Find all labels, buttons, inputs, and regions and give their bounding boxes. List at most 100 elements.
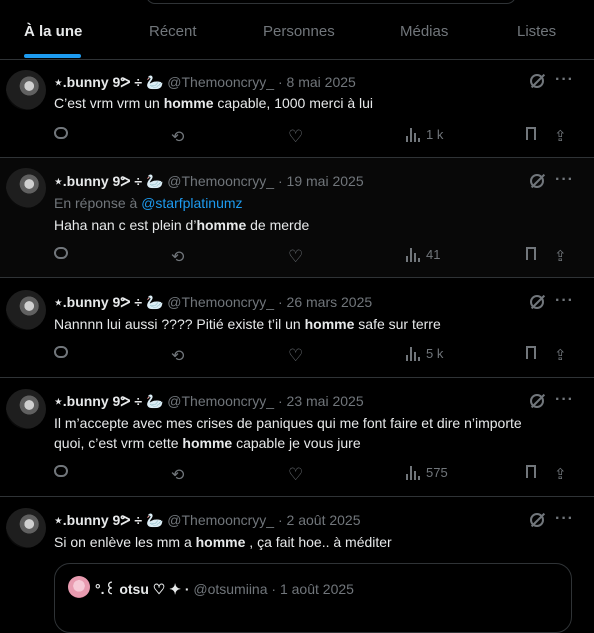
reply-icon xyxy=(54,346,68,358)
heart-icon: ♡ xyxy=(288,127,304,146)
like-button[interactable]: ♡ xyxy=(288,247,303,267)
views-icon xyxy=(406,247,420,262)
grok-icon[interactable] xyxy=(530,295,544,309)
retweet-icon: ⟲ xyxy=(171,348,185,365)
share-icon: ⇪ xyxy=(554,248,567,265)
views-button[interactable]: 575 xyxy=(406,465,448,480)
quoted-display-name[interactable]: °.꒰ otsu ♡ ✦ · xyxy=(95,581,189,597)
retweet-button[interactable]: ⟲ xyxy=(171,346,184,366)
like-button[interactable]: ♡ xyxy=(288,465,303,485)
reply-label: En réponse à xyxy=(54,195,138,211)
post[interactable]: ⋆.bunny 9ᕗ ÷ 🦢 @Themooncryy_ · 23 mai 20… xyxy=(0,378,594,497)
more-options-icon[interactable]: ··· xyxy=(555,292,574,310)
heart-icon: ♡ xyxy=(288,247,304,266)
reply-button[interactable] xyxy=(54,465,68,477)
share-button[interactable]: ⇪ xyxy=(554,346,567,364)
views-button[interactable]: 1 k xyxy=(406,127,443,142)
views-count: 5 k xyxy=(426,346,444,361)
post-date[interactable]: 19 mai 2025 xyxy=(287,173,364,189)
grok-icon[interactable] xyxy=(530,74,544,88)
post-text: Il m’accepte avec mes crises de paniques… xyxy=(54,415,522,451)
post-text: Haha nan c est plein d’homme de merde xyxy=(54,217,310,233)
reply-icon xyxy=(54,247,68,259)
retweet-button[interactable]: ⟲ xyxy=(171,247,184,267)
tab-latest[interactable]: Récent xyxy=(149,23,197,40)
heart-icon: ♡ xyxy=(288,346,304,365)
share-button[interactable]: ⇪ xyxy=(554,465,567,483)
display-name[interactable]: ⋆.bunny 9ᕗ ÷ 🦢 xyxy=(54,393,163,409)
avatar[interactable] xyxy=(6,168,46,208)
quoted-post[interactable]: °.꒰ otsu ♡ ✦ · @otsumiina · 1 août 2025 xyxy=(54,563,572,633)
views-count: 575 xyxy=(426,465,448,480)
handle[interactable]: @Themooncryy_ xyxy=(167,173,274,189)
bookmark-icon xyxy=(526,127,536,140)
reply-mention-link[interactable]: @starfplatinumz xyxy=(141,195,242,211)
avatar[interactable] xyxy=(6,70,46,110)
post-date[interactable]: 26 mars 2025 xyxy=(287,294,373,310)
post[interactable]: ⋆.bunny 9ᕗ ÷ 🦢 @Themooncryy_ · 8 mai 202… xyxy=(0,60,594,158)
reply-context: En réponse à @starfplatinumz xyxy=(54,195,243,211)
reply-button[interactable] xyxy=(54,346,68,358)
post[interactable]: ⋆.bunny 9ᕗ ÷ 🦢 @Themooncryy_ · 26 mars 2… xyxy=(0,278,594,378)
views-count: 41 xyxy=(426,247,441,262)
share-button[interactable]: ⇪ xyxy=(554,247,567,265)
tab-media[interactable]: Médias xyxy=(400,23,448,40)
like-button[interactable]: ♡ xyxy=(288,346,303,366)
grok-icon[interactable] xyxy=(530,513,544,527)
views-button[interactable]: 41 xyxy=(406,247,440,262)
handle[interactable]: @Themooncryy_ xyxy=(167,512,274,528)
avatar[interactable] xyxy=(6,508,46,548)
quoted-avatar[interactable] xyxy=(68,576,90,598)
grok-icon[interactable] xyxy=(530,174,544,188)
handle[interactable]: @Themooncryy_ xyxy=(167,74,274,90)
active-tab-indicator xyxy=(24,54,81,58)
views-icon xyxy=(406,346,420,361)
retweet-button[interactable]: ⟲ xyxy=(171,127,184,147)
reply-button[interactable] xyxy=(54,127,68,139)
separator: · xyxy=(277,74,283,90)
grok-icon[interactable] xyxy=(530,394,544,408)
bookmark-button[interactable] xyxy=(526,247,536,260)
retweet-button[interactable]: ⟲ xyxy=(171,465,184,485)
reply-icon xyxy=(54,465,68,477)
tab-lists[interactable]: Listes xyxy=(517,23,556,40)
display-name[interactable]: ⋆.bunny 9ᕗ ÷ 🦢 xyxy=(54,512,163,528)
separator: · xyxy=(277,393,283,409)
post[interactable]: ⋆.bunny 9ᕗ ÷ 🦢 @Themooncryy_ · 19 mai 20… xyxy=(0,158,594,278)
tab-people[interactable]: Personnes xyxy=(263,23,335,40)
views-icon xyxy=(406,127,420,142)
share-icon: ⇪ xyxy=(554,128,567,145)
post-date[interactable]: 2 août 2025 xyxy=(287,512,361,528)
post-actions: ⟲ ♡ 41 ⇪ xyxy=(54,247,584,267)
quoted-handle[interactable]: @otsumiina xyxy=(193,581,267,597)
share-icon: ⇪ xyxy=(554,466,567,483)
bookmark-button[interactable] xyxy=(526,127,536,140)
post-date[interactable]: 23 mai 2025 xyxy=(287,393,364,409)
avatar[interactable] xyxy=(6,290,46,330)
handle[interactable]: @Themooncryy_ xyxy=(167,294,274,310)
post-actions: ⟲ ♡ 1 k ⇪ xyxy=(54,127,584,147)
display-name[interactable]: ⋆.bunny 9ᕗ ÷ 🦢 xyxy=(54,74,163,90)
display-name[interactable]: ⋆.bunny 9ᕗ ÷ 🦢 xyxy=(54,173,163,189)
tab-top[interactable]: À la une xyxy=(24,23,82,40)
like-button[interactable]: ♡ xyxy=(288,127,303,147)
post-text: Si on enlève les mm a homme , ça fait ho… xyxy=(54,534,392,550)
post-header: ⋆.bunny 9ᕗ ÷ 🦢 @Themooncryy_ · 19 mai 20… xyxy=(54,173,364,190)
bookmark-button[interactable] xyxy=(526,465,536,478)
more-options-icon[interactable]: ··· xyxy=(555,391,574,409)
share-button[interactable]: ⇪ xyxy=(554,127,567,145)
reply-button[interactable] xyxy=(54,247,68,259)
more-options-icon[interactable]: ··· xyxy=(555,510,574,528)
avatar[interactable] xyxy=(6,389,46,429)
quoted-post-header: °.꒰ otsu ♡ ✦ · @otsumiina · 1 août 2025 xyxy=(95,580,354,598)
views-button[interactable]: 5 k xyxy=(406,346,443,361)
quoted-date[interactable]: 1 août 2025 xyxy=(280,581,354,597)
handle[interactable]: @Themooncryy_ xyxy=(167,393,274,409)
reply-icon xyxy=(54,127,68,139)
more-options-icon[interactable]: ··· xyxy=(555,171,574,189)
separator: · xyxy=(277,173,283,189)
post-date[interactable]: 8 mai 2025 xyxy=(287,74,356,90)
more-options-icon[interactable]: ··· xyxy=(555,71,574,89)
display-name[interactable]: ⋆.bunny 9ᕗ ÷ 🦢 xyxy=(54,294,163,310)
bookmark-button[interactable] xyxy=(526,346,536,359)
